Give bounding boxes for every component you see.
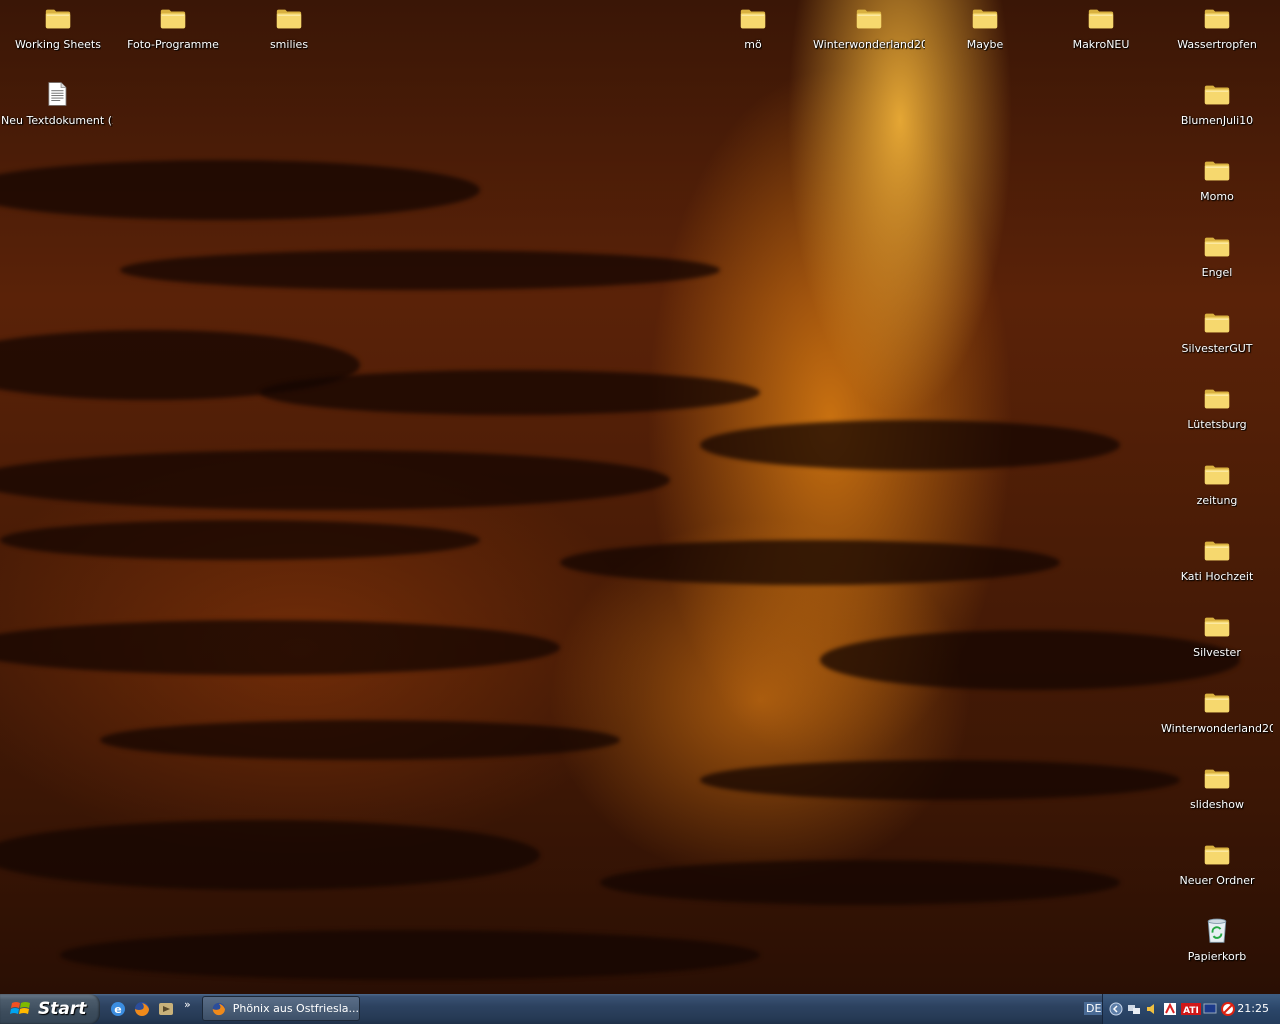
- folder-icon: [1201, 458, 1233, 490]
- desktop-icon-label: MakroNEU: [1072, 38, 1130, 51]
- svg-text:ATI: ATI: [1183, 1006, 1199, 1016]
- antivirus-icon[interactable]: [1221, 1002, 1235, 1016]
- desktop-icon-wassertropfen[interactable]: Wassertropfen: [1161, 2, 1273, 51]
- start-label: Start: [38, 999, 87, 1019]
- svg-text:e: e: [114, 1003, 121, 1016]
- desktop-icon-label: SilvesterGUT: [1181, 342, 1253, 355]
- desktop-icon-label: Momo: [1200, 190, 1234, 203]
- desktop-icon-label: Engel: [1201, 266, 1233, 279]
- taskbar: Start e » Phönix aus Ostfriesla... DE AT…: [0, 994, 1280, 1024]
- folder-icon: [1201, 534, 1233, 566]
- desktop-icon-papierkorb[interactable]: Papierkorb: [1161, 914, 1273, 963]
- folder-icon: [42, 2, 74, 34]
- quick-launch-overflow[interactable]: »: [184, 998, 191, 1011]
- monitor-icon[interactable]: [1203, 1002, 1217, 1016]
- folder-icon: [1201, 686, 1233, 718]
- folder-icon: [1201, 382, 1233, 414]
- folder-icon: [1201, 306, 1233, 338]
- firefox-icon[interactable]: [133, 1000, 151, 1018]
- desktop-icon-slideshow[interactable]: slideshow: [1161, 762, 1273, 811]
- desktop-icon-kati-hochzeit[interactable]: Kati Hochzeit: [1161, 534, 1273, 583]
- clock[interactable]: 21:25: [1237, 1002, 1269, 1015]
- desktop-icon-winterwonderland2010[interactable]: Winterwonderland2010: [813, 2, 925, 51]
- taskbar-item-firefox[interactable]: Phönix aus Ostfriesla...: [202, 996, 360, 1021]
- taskbar-item-label: Phönix aus Ostfriesla...: [232, 1002, 359, 1015]
- desktop-icon-label: Winterwonderland20...: [1161, 722, 1273, 735]
- desktop-wallpaper: [0, 0, 1280, 994]
- folder-icon: [1201, 2, 1233, 34]
- desktop-icon-label: Lütetsburg: [1187, 418, 1247, 431]
- text-document-icon: [41, 78, 73, 110]
- desktop-icon-label: Working Sheets: [15, 38, 101, 51]
- desktop-icon-working-sheets[interactable]: Working Sheets: [2, 2, 114, 51]
- folder-icon: [853, 2, 885, 34]
- desktop-icon-momo[interactable]: Momo: [1161, 154, 1273, 203]
- system-tray: ATI 21:25: [1102, 994, 1280, 1024]
- desktop-icon-label: zeitung: [1196, 494, 1238, 507]
- desktop-icon-label: Neu Textdokument (2): [1, 114, 113, 127]
- firefox-icon: [212, 1002, 225, 1015]
- folder-icon: [1201, 838, 1233, 870]
- desktop-icon-zeitung[interactable]: zeitung: [1161, 458, 1273, 507]
- desktop-icon-blumenjuli10[interactable]: BlumenJuli10: [1161, 78, 1273, 127]
- acrobat-icon[interactable]: [1163, 1002, 1177, 1016]
- folder-icon: [1085, 2, 1117, 34]
- folder-icon: [1201, 230, 1233, 262]
- ie-icon[interactable]: e: [109, 1000, 127, 1018]
- recycle-bin-icon: [1201, 914, 1233, 946]
- folder-icon: [1201, 154, 1233, 186]
- desktop-icon-label: Silvester: [1193, 646, 1241, 659]
- folder-icon: [969, 2, 1001, 34]
- desktop-icon-m[interactable]: mö: [697, 2, 809, 51]
- desktop-icon-label: Papierkorb: [1187, 950, 1247, 963]
- volume-icon[interactable]: [1145, 1002, 1159, 1016]
- network-icon[interactable]: [1127, 1002, 1141, 1016]
- desktop-icon-label: Wassertropfen: [1177, 38, 1257, 51]
- desktop-icon-label: Kati Hochzeit: [1180, 570, 1254, 583]
- desktop-icon-engel[interactable]: Engel: [1161, 230, 1273, 279]
- desktop-icon-neu-textdokument-2[interactable]: Neu Textdokument (2): [1, 78, 113, 127]
- desktop-icon-label: mö: [744, 38, 762, 51]
- ati-icon[interactable]: ATI: [1181, 1002, 1201, 1016]
- folder-icon: [273, 2, 305, 34]
- desktop-icon-foto-programme[interactable]: Foto-Programme: [117, 2, 229, 51]
- start-button[interactable]: Start: [0, 994, 100, 1024]
- folder-icon: [1201, 78, 1233, 110]
- folder-icon: [1201, 610, 1233, 642]
- language-indicator[interactable]: DE: [1084, 1002, 1104, 1015]
- desktop-icon-label: Foto-Programme: [127, 38, 219, 51]
- desktop-icon-label: Maybe: [966, 38, 1004, 51]
- desktop-icon-maybe[interactable]: Maybe: [929, 2, 1041, 51]
- windows-logo-icon: [10, 1002, 30, 1014]
- desktop-icon-silvester[interactable]: Silvester: [1161, 610, 1273, 659]
- desktop-icon-silvestergut[interactable]: SilvesterGUT: [1161, 306, 1273, 355]
- desktop-icon-neuer-ordner[interactable]: Neuer Ordner: [1161, 838, 1273, 887]
- desktop-icon-label: Winterwonderland2010: [813, 38, 925, 51]
- show-hidden-icon[interactable]: [1109, 1002, 1123, 1016]
- desktop-icon-label: smilies: [269, 38, 309, 51]
- desktop-icon-label: BlumenJuli10: [1180, 114, 1254, 127]
- desktop-icon-label: Neuer Ordner: [1179, 874, 1255, 887]
- folder-icon: [157, 2, 189, 34]
- media-icon[interactable]: [157, 1000, 175, 1018]
- folder-icon: [737, 2, 769, 34]
- desktop-icon-smilies[interactable]: smilies: [233, 2, 345, 51]
- desktop-icon-label: slideshow: [1189, 798, 1245, 811]
- folder-icon: [1201, 762, 1233, 794]
- desktop-icon-l-tetsburg[interactable]: Lütetsburg: [1161, 382, 1273, 431]
- desktop-icon-winterwonderland20[interactable]: Winterwonderland20...: [1161, 686, 1273, 735]
- desktop-icon-makroneu[interactable]: MakroNEU: [1045, 2, 1157, 51]
